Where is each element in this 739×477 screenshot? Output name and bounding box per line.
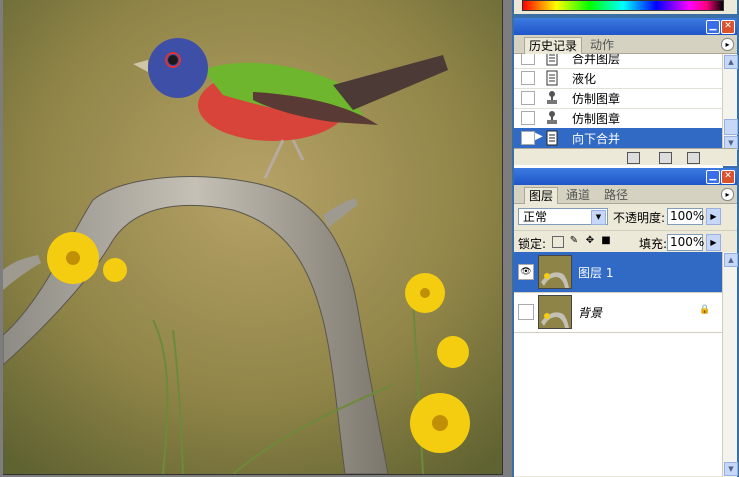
- tab-channels[interactable]: 通道: [562, 187, 594, 203]
- stamp-icon: [547, 111, 557, 124]
- layer-options-row: 正常 ▼ 不透明度: 100% ▶: [514, 204, 737, 230]
- lock-all-icon[interactable]: ■: [601, 236, 611, 246]
- layer-thumbnail: [538, 295, 572, 329]
- close-icon[interactable]: ✕: [721, 170, 735, 184]
- history-item-label: 液化: [572, 72, 597, 86]
- chevron-down-icon[interactable]: ▼: [591, 210, 606, 225]
- document-icon: [546, 54, 558, 66]
- history-item[interactable]: 合并图层: [514, 54, 723, 69]
- blend-mode-value: 正常: [523, 210, 548, 224]
- panel-menu-icon[interactable]: ▸: [721, 38, 734, 51]
- document-icon: [546, 70, 558, 86]
- lock-row: 锁定: ✎ ✥ ■ 填充: 100% ▶: [514, 230, 737, 253]
- history-snapshot-checkbox[interactable]: [521, 54, 535, 65]
- history-item-label: 向下合并: [572, 132, 621, 146]
- history-item-label: 仿制图章: [572, 112, 621, 126]
- color-swatches-panel: [514, 0, 737, 14]
- fill-label: 填充:: [639, 237, 668, 251]
- blend-mode-select[interactable]: 正常 ▼: [518, 208, 608, 225]
- stamp-icon: [547, 91, 557, 104]
- opacity-label: 不透明度:: [613, 211, 666, 225]
- history-snapshot-checkbox[interactable]: [521, 131, 535, 145]
- new-snapshot-icon[interactable]: [659, 152, 672, 164]
- history-tabs: 历史记录 动作: [514, 35, 737, 54]
- layer-item[interactable]: 背景 🔒: [514, 292, 723, 333]
- panels-dock: ▁ ✕ 历史记录 动作 ▸ 合并图层 液化 仿制图章 仿制图章 ▶ 向下合并 ▲…: [512, 0, 739, 477]
- scroll-thumb[interactable]: [724, 119, 738, 135]
- fill-input[interactable]: 100%: [667, 234, 704, 251]
- history-item-label: 仿制图章: [572, 92, 621, 106]
- layers-tabs: 图层 通道 路径: [514, 185, 737, 204]
- history-item-selected[interactable]: ▶ 向下合并: [514, 128, 723, 149]
- scroll-up-icon[interactable]: ▲: [724, 55, 738, 69]
- history-item[interactable]: 仿制图章: [514, 108, 723, 129]
- scroll-down-icon[interactable]: ▼: [724, 462, 738, 476]
- history-snapshot-checkbox[interactable]: [521, 91, 535, 105]
- history-item[interactable]: 液化: [514, 68, 723, 89]
- history-snapshot-checkbox[interactable]: [521, 71, 535, 85]
- panel-menu-icon[interactable]: ▸: [721, 188, 734, 201]
- tab-paths[interactable]: 路径: [600, 187, 632, 203]
- opacity-input[interactable]: 100%: [667, 208, 704, 225]
- layer-name[interactable]: 图层 1: [578, 264, 613, 281]
- tab-layers[interactable]: 图层: [524, 187, 559, 204]
- fill-slider-arrow-icon[interactable]: ▶: [706, 234, 721, 251]
- bird-photo: [3, 0, 502, 474]
- lock-label: 锁定:: [518, 237, 547, 251]
- history-panel: ▁ ✕ 历史记录 动作 ▸ 合并图层 液化 仿制图章 仿制图章 ▶ 向下合并 ▲…: [514, 18, 738, 168]
- history-item-label: 合并图层: [572, 54, 621, 66]
- document-image[interactable]: [3, 0, 503, 475]
- history-state-marker-icon: ▶: [535, 131, 543, 142]
- color-spectrum-bar[interactable]: [522, 0, 724, 11]
- new-document-icon[interactable]: [627, 152, 640, 164]
- tab-actions[interactable]: 动作: [586, 37, 618, 53]
- layers-panel: ▁ ✕ 图层 通道 路径 ▸ 正常 ▼ 不透明度: 100% ▶ 锁定: ✎ ✥…: [514, 168, 738, 477]
- tab-history[interactable]: 历史记录: [524, 37, 583, 54]
- trash-icon[interactable]: [687, 152, 700, 164]
- visibility-toggle-empty[interactable]: [518, 304, 534, 320]
- lock-icon: 🔒: [699, 305, 711, 315]
- scroll-up-icon[interactable]: ▲: [724, 253, 738, 267]
- history-footer: [514, 148, 737, 165]
- history-snapshot-checkbox[interactable]: [521, 111, 535, 125]
- history-item[interactable]: 仿制图章: [514, 88, 723, 109]
- eye-icon[interactable]: 👁: [518, 264, 534, 280]
- lock-brush-icon[interactable]: ✎: [569, 236, 579, 246]
- layers-scrollbar[interactable]: ▲ ▼: [722, 252, 738, 477]
- layer-thumbnail: [538, 255, 572, 289]
- opacity-slider-arrow-icon[interactable]: ▶: [706, 208, 721, 225]
- minimize-icon[interactable]: ▁: [706, 170, 720, 184]
- minimize-icon[interactable]: ▁: [706, 20, 720, 34]
- close-icon[interactable]: ✕: [721, 20, 735, 34]
- lock-transparency-icon[interactable]: [552, 236, 564, 248]
- document-icon: [546, 130, 558, 146]
- history-panel-titlebar[interactable]: ▁ ✕: [514, 18, 737, 35]
- layers-panel-titlebar[interactable]: ▁ ✕: [514, 168, 737, 185]
- layer-item-selected[interactable]: 👁 图层 1: [514, 252, 723, 293]
- layer-name[interactable]: 背景: [578, 304, 602, 321]
- document-canvas-area[interactable]: [0, 0, 512, 477]
- layers-list: 👁 图层 1 背景 🔒: [514, 252, 723, 476]
- lock-move-icon[interactable]: ✥: [585, 236, 595, 246]
